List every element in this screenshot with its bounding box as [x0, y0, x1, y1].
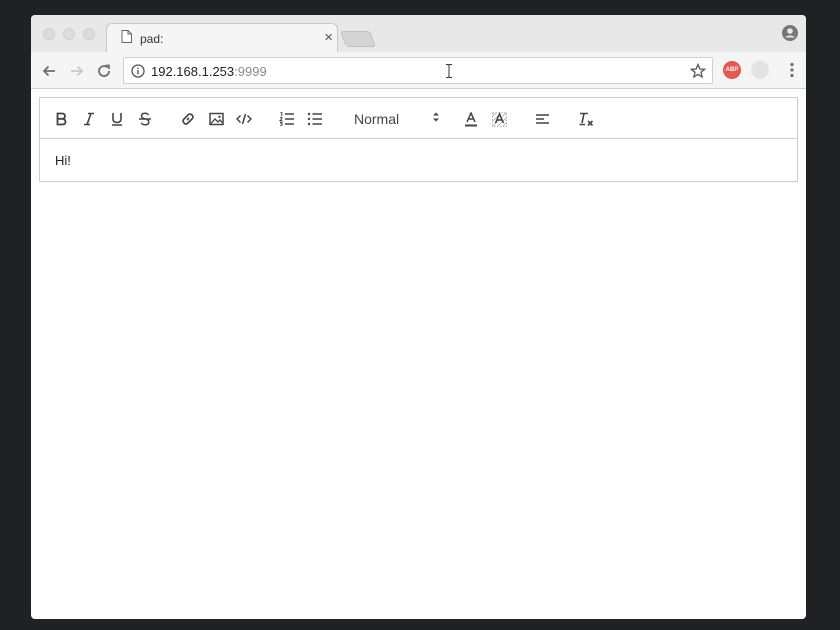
forward-arrow-icon[interactable] — [67, 61, 87, 81]
window-controls — [43, 28, 95, 40]
text-color-icon[interactable] — [462, 110, 480, 128]
content-paragraph: Hi! — [55, 153, 71, 168]
profile-icon[interactable] — [782, 25, 798, 46]
align-left-icon[interactable] — [533, 110, 551, 128]
menu-dots-icon[interactable] — [790, 62, 794, 83]
close-window-button[interactable] — [43, 28, 55, 40]
zoom-window-button[interactable] — [83, 28, 95, 40]
extension-icon[interactable] — [751, 61, 769, 79]
page-icon — [121, 29, 132, 48]
editor-toolbar: Normal — [40, 98, 797, 139]
bullet-list-icon[interactable] — [306, 110, 324, 128]
minimize-window-button[interactable] — [63, 28, 75, 40]
chevron-updown-icon — [432, 110, 440, 128]
code-icon[interactable] — [235, 110, 253, 128]
info-icon[interactable] — [131, 64, 145, 83]
address-bar[interactable]: 192.168.1.253:9999 — [123, 57, 713, 84]
bold-icon[interactable] — [52, 110, 70, 128]
browser-toolbar: 192.168.1.253:9999 ABP — [31, 52, 806, 89]
reload-icon[interactable] — [94, 61, 114, 81]
italic-icon[interactable] — [80, 110, 98, 128]
clear-format-icon[interactable] — [577, 110, 595, 128]
strike-icon[interactable] — [136, 110, 154, 128]
back-arrow-icon[interactable] — [39, 61, 59, 81]
star-icon[interactable] — [689, 62, 707, 84]
title-bar: pad: × — [31, 15, 806, 52]
close-icon[interactable]: × — [324, 29, 333, 46]
underline-icon[interactable] — [108, 110, 126, 128]
tab-title: pad: — [140, 31, 164, 46]
url-port: :9999 — [234, 64, 267, 79]
adblock-extension-icon[interactable]: ABP — [723, 61, 741, 79]
image-icon[interactable] — [207, 110, 225, 128]
url-host: 192.168.1.253 — [151, 64, 235, 79]
background-color-icon[interactable] — [490, 110, 508, 128]
header-picker[interactable]: Normal — [354, 110, 440, 128]
url-text[interactable]: 192.168.1.253:9999 — [151, 64, 267, 79]
ordered-list-icon[interactable] — [278, 110, 296, 128]
header-picker-label: Normal — [354, 111, 400, 127]
new-tab-button[interactable] — [340, 31, 376, 47]
rich-text-editor: Normal Hi! — [39, 97, 798, 182]
browser-window: pad: × 192.168.1.253:9999 ABP Normal Hi! — [31, 15, 806, 619]
text-cursor-icon — [445, 64, 453, 83]
link-icon[interactable] — [179, 110, 197, 128]
browser-tab[interactable]: pad: × — [106, 23, 338, 52]
editor-content[interactable]: Hi! — [40, 139, 797, 182]
